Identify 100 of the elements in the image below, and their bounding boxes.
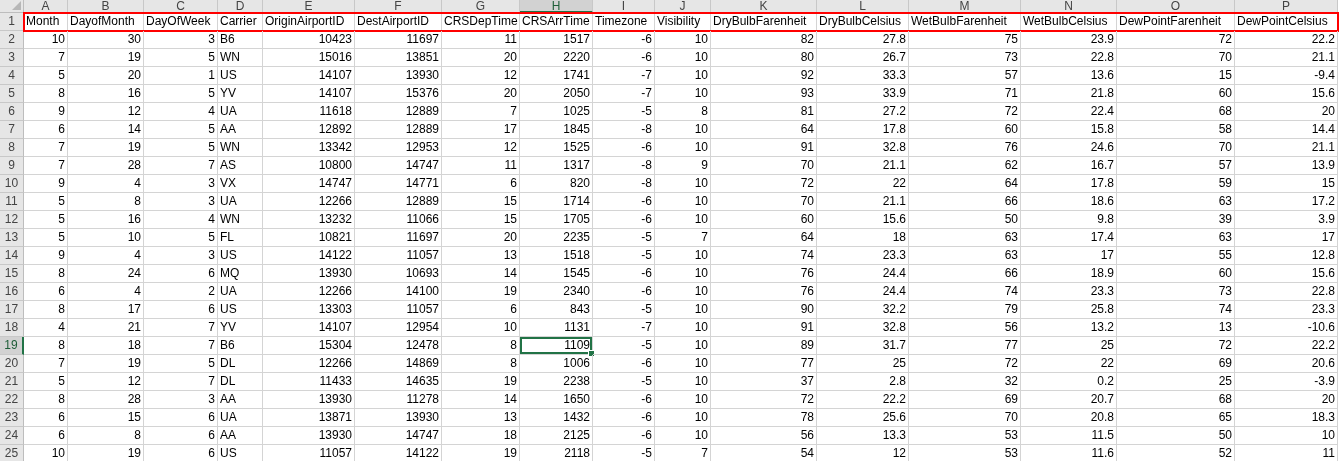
table-cell: Visibility — [655, 13, 711, 31]
row-header[interactable]: 3 — [0, 49, 24, 67]
table-cell: 3 — [144, 391, 218, 409]
table-cell: 12 — [817, 445, 909, 461]
table-cell: 13871 — [263, 409, 355, 427]
table-cell: 10 — [442, 319, 520, 337]
table-cell: 12892 — [263, 121, 355, 139]
table-cell: 7 — [144, 157, 218, 175]
table-cell: 10 — [655, 319, 711, 337]
table-cell: 25 — [817, 355, 909, 373]
table-cell: 72 — [711, 175, 817, 193]
row-header[interactable]: 2 — [0, 31, 24, 49]
table-cell: 16 — [68, 85, 144, 103]
table-cell: 17.2 — [1235, 193, 1338, 211]
table-cell: 74 — [711, 247, 817, 265]
table-cell: 18.9 — [1021, 265, 1117, 283]
table-cell: 5 — [144, 121, 218, 139]
row-header[interactable]: 14 — [0, 247, 24, 265]
row-header[interactable]: 5 — [0, 85, 24, 103]
table-cell: 6 — [144, 265, 218, 283]
row-header[interactable]: 16 — [0, 283, 24, 301]
table-cell: 1517 — [520, 31, 593, 49]
table-cell: 11057 — [355, 247, 442, 265]
row-header[interactable]: 13 — [0, 229, 24, 247]
row-header[interactable]: 1 — [0, 13, 24, 31]
table-cell: 91 — [711, 319, 817, 337]
table-cell: CRSDepTime — [442, 13, 520, 31]
row-header[interactable]: 8 — [0, 139, 24, 157]
table-cell: AS — [218, 157, 263, 175]
table-cell: 69 — [1117, 355, 1235, 373]
row-header[interactable]: 21 — [0, 373, 24, 391]
table-cell: 6 — [24, 427, 68, 445]
row-header[interactable]: 15 — [0, 265, 24, 283]
table-cell: US — [218, 247, 263, 265]
table-cell: 10 — [655, 337, 711, 355]
table-cell: 80 — [711, 49, 817, 67]
table-cell: 10 — [655, 427, 711, 445]
table-cell: 14 — [68, 121, 144, 139]
row-header[interactable]: 25 — [0, 445, 24, 461]
row-header[interactable]: 18 — [0, 319, 24, 337]
table-cell: 11057 — [355, 301, 442, 319]
table-cell: 5 — [144, 355, 218, 373]
table-cell: 17 — [1021, 247, 1117, 265]
table-cell: 1650 — [520, 391, 593, 409]
row-header[interactable]: 23 — [0, 409, 24, 427]
row-header[interactable]: 24 — [0, 427, 24, 445]
table-cell: 10821 — [263, 229, 355, 247]
row-header[interactable]: 9 — [0, 157, 24, 175]
row-header[interactable]: 4 — [0, 67, 24, 85]
table-cell: 6 — [144, 445, 218, 461]
table-cell: 25 — [1021, 337, 1117, 355]
table-cell: 1705 — [520, 211, 593, 229]
row-header[interactable]: 7 — [0, 121, 24, 139]
table-cell: 15.6 — [1235, 265, 1338, 283]
table-cell: AA — [218, 391, 263, 409]
table-cell: DayOfWeek — [144, 13, 218, 31]
row-header[interactable]: 12 — [0, 211, 24, 229]
table-cell: 1432 — [520, 409, 593, 427]
table-cell: 14635 — [355, 373, 442, 391]
row-header[interactable]: 19 — [0, 337, 24, 355]
table-cell: 11618 — [263, 103, 355, 121]
table-cell: 14107 — [263, 67, 355, 85]
table-cell: 59 — [1117, 175, 1235, 193]
row-header[interactable]: 17 — [0, 301, 24, 319]
table-cell: 3 — [144, 175, 218, 193]
row-header[interactable]: 20 — [0, 355, 24, 373]
row-header[interactable]: 6 — [0, 103, 24, 121]
table-cell: WetBulbFarenheit — [909, 13, 1021, 31]
table-cell: 14771 — [355, 175, 442, 193]
table-cell: 17 — [442, 121, 520, 139]
table-cell: 12 — [442, 139, 520, 157]
table-cell: 8 — [24, 301, 68, 319]
table-cell: 22.8 — [1021, 49, 1117, 67]
table-cell: 27.2 — [817, 103, 909, 121]
table-cell: 10 — [655, 67, 711, 85]
table-cell: 8 — [24, 265, 68, 283]
table-cell: WetBulbCelsius — [1021, 13, 1117, 31]
row-header[interactable]: 10 — [0, 175, 24, 193]
table-cell: 33.9 — [817, 85, 909, 103]
row-header[interactable]: 22 — [0, 391, 24, 409]
table-cell: 28 — [68, 391, 144, 409]
table-cell: -9.4 — [1235, 67, 1338, 85]
table-cell: 76 — [711, 265, 817, 283]
table-cell: -5 — [593, 337, 655, 355]
row-header[interactable]: 11 — [0, 193, 24, 211]
table-cell: 8 — [68, 427, 144, 445]
table-cell: Month — [24, 13, 68, 31]
table-cell: 14 — [442, 265, 520, 283]
table-cell: 14107 — [263, 85, 355, 103]
table-cell: 21.1 — [1235, 139, 1338, 157]
table-cell: -8 — [593, 121, 655, 139]
fill-handle[interactable] — [588, 350, 595, 357]
table-cell: 1714 — [520, 193, 593, 211]
table-cell: 10 — [655, 301, 711, 319]
table-cell: 13.9 — [1235, 157, 1338, 175]
table-cell: 25.6 — [817, 409, 909, 427]
table-cell: 70 — [1117, 139, 1235, 157]
table-cell: 89 — [711, 337, 817, 355]
table-cell: 6 — [24, 283, 68, 301]
table-cell: 32.2 — [817, 301, 909, 319]
